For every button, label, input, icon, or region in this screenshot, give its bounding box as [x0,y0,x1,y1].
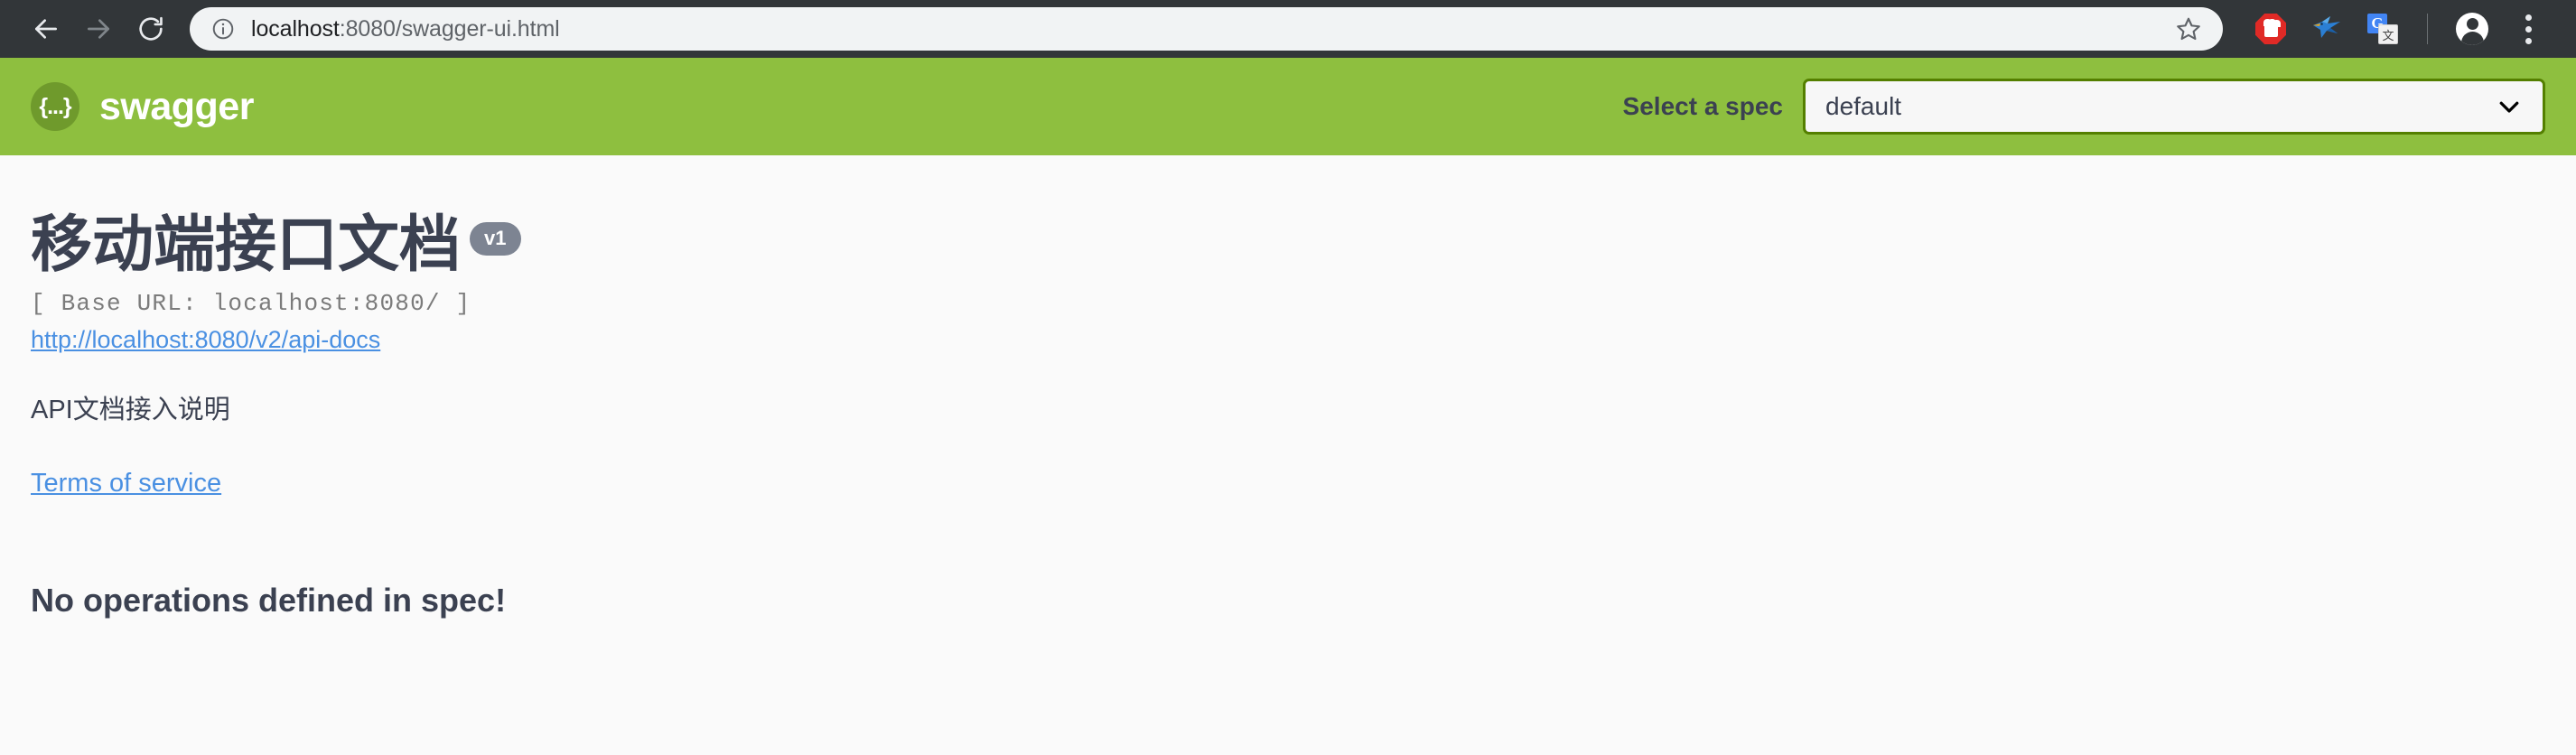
browser-menu-button[interactable] [2500,3,2556,55]
adblock-extension-icon [2255,14,2286,44]
three-dot-menu-icon [2525,14,2532,45]
spec-selector-area: Select a spec default [1623,79,2545,135]
reload-icon [136,14,165,43]
api-info-section: 移动端接口文档 v1 [ Base URL: localhost:8080/ ]… [0,155,2576,620]
reload-button[interactable] [125,3,177,55]
page-title: 移动端接口文档 [31,210,462,279]
google-translate-icon: G 文 [2367,14,2398,44]
arrow-right-icon [84,14,113,43]
no-operations-message: No operations defined in spec! [31,581,507,619]
bird-extension-icon [2310,14,2343,45]
terms-of-service-link[interactable]: Terms of service [31,469,221,499]
info-circle-icon[interactable] [210,15,237,42]
profile-avatar-icon [2456,13,2488,45]
address-bar-path: :8080/swagger-ui.html [339,15,560,42]
address-bar-url: localhost:8080/swagger-ui.html [251,16,2160,42]
translate-cjk-glyph: 文 [2378,24,2398,44]
toolbar-divider [2427,14,2428,44]
extension-icons: G 文 [2243,3,2556,55]
swagger-brand[interactable]: {...} swagger [31,82,254,131]
browser-toolbar: localhost:8080/swagger-ui.html G 文 [0,0,2576,58]
bird-extension-button[interactable] [2299,3,2355,55]
swagger-brand-name: swagger [99,84,254,128]
version-badge: v1 [470,222,521,256]
arrow-left-icon [32,14,61,43]
back-button[interactable] [20,3,72,55]
swagger-logo-icon: {...} [31,82,79,131]
google-translate-button[interactable]: G 文 [2355,3,2411,55]
api-description: API文档接入说明 [31,396,230,425]
forward-button[interactable] [72,3,125,55]
address-bar-host: localhost [251,15,340,42]
spec-select-value: default [1825,92,1902,120]
bookmark-star-icon[interactable] [2170,11,2207,47]
api-title-row: 移动端接口文档 v1 [31,210,2545,279]
adblock-extension-button[interactable] [2243,3,2299,55]
profile-button[interactable] [2444,3,2500,55]
spec-select[interactable]: default [1803,79,2545,135]
select-a-spec-label: Select a spec [1622,92,1783,120]
swagger-topbar: {...} swagger Select a spec default [0,58,2576,155]
address-bar[interactable]: localhost:8080/swagger-ui.html [190,7,2223,51]
base-url-text: [ Base URL: localhost:8080/ ] [31,290,471,318]
chevron-down-icon [2496,93,2523,120]
api-docs-link[interactable]: http://localhost:8080/v2/api-docs [31,326,380,354]
